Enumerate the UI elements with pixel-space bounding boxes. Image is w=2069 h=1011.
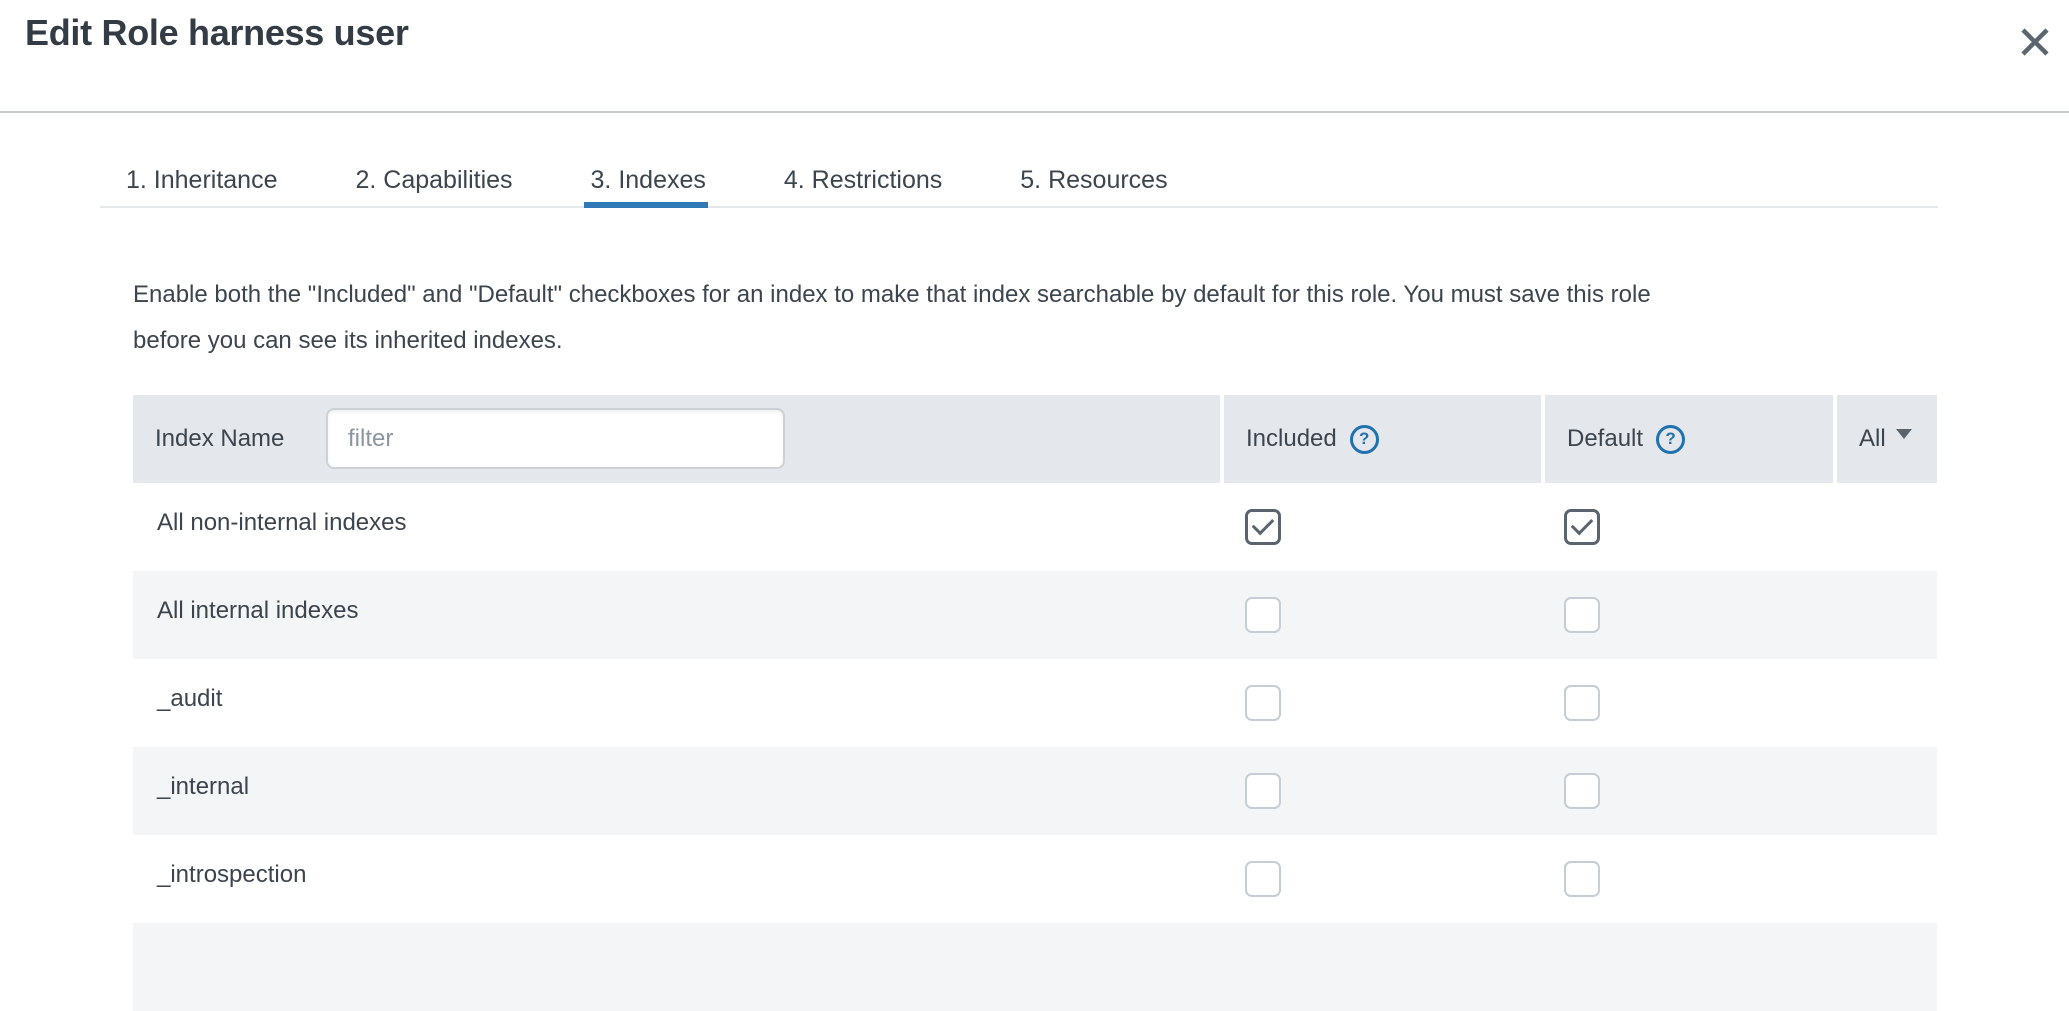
tab-indexes[interactable]: 3. Indexes [591,167,706,206]
default-checkbox[interactable] [1564,509,1600,545]
default-checkbox[interactable] [1564,773,1600,809]
modal-title: Edit Role harness user [25,12,409,54]
included-checkbox[interactable] [1245,773,1281,809]
default-checkbox[interactable] [1564,597,1600,633]
all-dropdown-label: All [1859,425,1886,453]
table-row: _internal [133,747,1937,835]
tab-capabilities[interactable]: 2. Capabilities [356,167,513,206]
included-checkbox[interactable] [1245,597,1281,633]
header-cell-included: Included ? [1224,395,1541,483]
table-row: _audit [133,659,1937,747]
default-header-label: Default [1567,425,1643,453]
header-cell-index-name: Index Name [133,395,1220,483]
index-name: _introspection [157,862,306,888]
index-name: _audit [157,686,222,712]
tab-resources[interactable]: 5. Resources [1020,167,1167,206]
default-checkbox[interactable] [1564,861,1600,897]
default-checkbox[interactable] [1564,685,1600,721]
all-dropdown[interactable]: All [1837,395,1937,483]
table-row: _introspection [133,835,1937,923]
header-cell-default: Default ? [1545,395,1833,483]
tab-bar: 1. Inheritance 2. Capabilities 3. Indexes 4… [126,167,1168,206]
close-icon [2020,27,2050,62]
index-name: All non-internal indexes [157,510,406,536]
table-header: Index Name Included ? Default ? All [133,395,1937,483]
included-checkbox[interactable] [1245,685,1281,721]
tab-bar-rule [100,206,1938,208]
indexes-table: Index Name Included ? Default ? All All … [133,395,1937,1011]
included-checkbox[interactable] [1245,509,1281,545]
table-row [133,923,1937,1011]
tab-inheritance[interactable]: 1. Inheritance [126,167,278,206]
default-help-icon[interactable]: ? [1656,425,1685,454]
included-header-label: Included [1246,425,1337,453]
filter-input[interactable] [326,408,785,469]
tab-restrictions[interactable]: 4. Restrictions [784,167,942,206]
description: Enable both the "Included" and "Default"… [133,272,1651,364]
header-divider [0,111,2069,113]
index-name: All internal indexes [157,598,358,624]
index-name-header-label: Index Name [155,425,284,453]
caret-down-icon [1896,429,1912,439]
table-row: All internal indexes [133,571,1937,659]
close-button[interactable] [2013,22,2057,66]
included-checkbox[interactable] [1245,861,1281,897]
included-help-icon[interactable]: ? [1350,425,1379,454]
description-line: before you can see its inherited indexes… [133,318,1651,364]
table-row: All non-internal indexes [133,483,1937,571]
description-line: Enable both the "Included" and "Default"… [133,272,1651,318]
index-name: _internal [157,774,249,800]
